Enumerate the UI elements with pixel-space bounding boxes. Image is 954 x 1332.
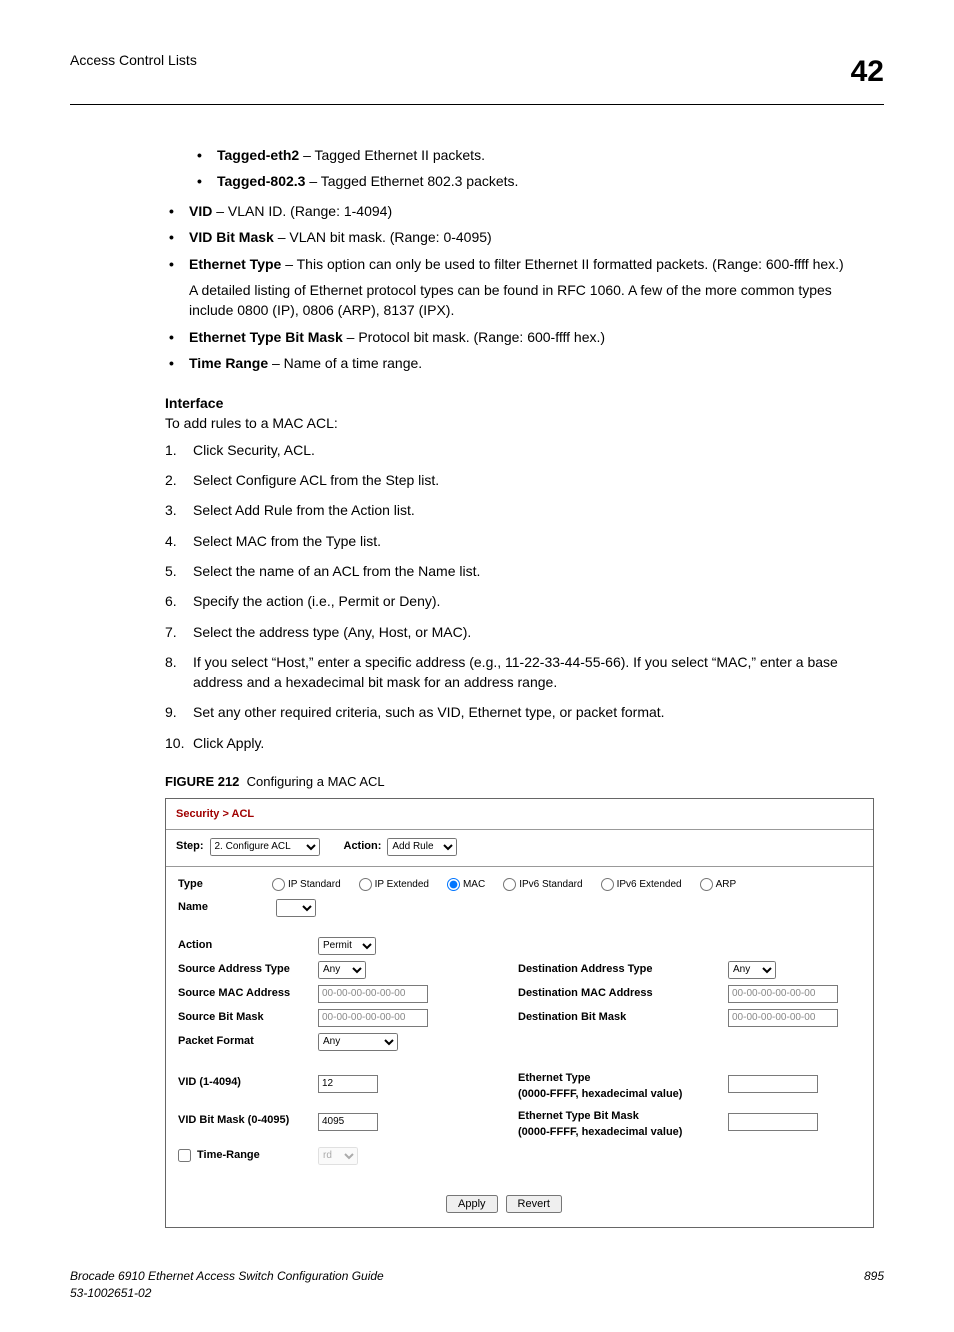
acl-panel: Security > ACL Step: 2. Configure ACL Ac… [165, 798, 874, 1228]
step-select[interactable]: 2. Configure ACL [210, 838, 320, 856]
dst-mac-input[interactable] [728, 985, 838, 1003]
name-label: Name [178, 900, 246, 916]
step-label: Step: [176, 839, 204, 855]
list-item: Ethernet Type Bit Mask – Protocol bit ma… [165, 327, 874, 347]
dst-addr-type-label: Destination Address Type [518, 962, 728, 978]
src-mask-label: Source Bit Mask [178, 1010, 318, 1026]
figure-caption: Configuring a MAC ACL [247, 774, 385, 789]
term: VID Bit Mask [189, 229, 274, 245]
eth-type-sub: (0000-FFFF, hexadecimal value) [518, 1087, 728, 1103]
desc: – Name of a time range. [268, 355, 422, 371]
desc: – VLAN ID. (Range: 1-4094) [212, 203, 392, 219]
src-addr-type-label: Source Address Type [178, 962, 318, 978]
running-header-left: Access Control Lists [70, 50, 197, 70]
vid-input[interactable] [318, 1075, 378, 1093]
top-bullet-list: VID – VLAN ID. (Range: 1-4094) VID Bit M… [165, 201, 874, 373]
type-radio-arp[interactable]: ARP [700, 878, 737, 893]
action2-label: Action [178, 938, 318, 954]
vid-mask-label: VID Bit Mask (0-4095) [178, 1109, 318, 1129]
footer-page-number: 895 [864, 1268, 884, 1303]
term: VID [189, 203, 212, 219]
time-range-label: Time-Range [197, 1148, 260, 1164]
dst-mask-input[interactable] [728, 1009, 838, 1027]
time-range-select[interactable]: rd [318, 1147, 358, 1165]
type-radio-ipv6-standard[interactable]: IPv6 Standard [503, 878, 582, 893]
desc: – Tagged Ethernet II packets. [299, 147, 485, 163]
src-addr-type-select[interactable]: Any [318, 961, 366, 979]
list-item: Tagged-802.3 – Tagged Ethernet 802.3 pac… [193, 171, 874, 191]
eth-mask-input[interactable] [728, 1113, 818, 1131]
src-mac-input[interactable] [318, 985, 428, 1003]
action-label: Action: [344, 839, 382, 855]
list-item: Time Range – Name of a time range. [165, 353, 874, 373]
step-item: Select Configure ACL from the Step list. [165, 470, 874, 490]
term: Ethernet Type Bit Mask [189, 329, 343, 345]
packet-format-select[interactable]: Any [318, 1033, 398, 1051]
list-item: Ethernet Type – This option can only be … [165, 254, 874, 321]
desc: – VLAN bit mask. (Range: 0-4095) [274, 229, 492, 245]
figure-label: FIGURE 212 [165, 774, 239, 789]
time-range-checkbox[interactable] [178, 1149, 191, 1162]
step-item: Select MAC from the Type list. [165, 531, 874, 551]
apply-button[interactable]: Apply [446, 1195, 498, 1213]
step-item: Select Add Rule from the Action list. [165, 500, 874, 520]
vid-label: VID (1-4094) [178, 1071, 318, 1091]
step-item: Set any other required criteria, such as… [165, 702, 874, 722]
type-radio-ip-standard[interactable]: IP Standard [272, 878, 341, 893]
list-item: VID – VLAN ID. (Range: 1-4094) [165, 201, 874, 221]
dst-mask-label: Destination Bit Mask [518, 1010, 728, 1026]
steps-list: Click Security, ACL. Select Configure AC… [165, 440, 874, 753]
term: Ethernet Type [189, 256, 281, 272]
action2-select[interactable]: Permit [318, 937, 376, 955]
type-radio-mac[interactable]: MAC [447, 878, 485, 893]
src-mask-input[interactable] [318, 1009, 428, 1027]
name-select[interactable] [276, 899, 316, 917]
revert-button[interactable]: Revert [506, 1195, 562, 1213]
vid-mask-input[interactable] [318, 1113, 378, 1131]
desc: – Protocol bit mask. (Range: 600-ffff he… [343, 329, 605, 345]
eth-mask-sub: (0000-FFFF, hexadecimal value) [518, 1125, 728, 1141]
list-item: Tagged-eth2 – Tagged Ethernet II packets… [193, 145, 874, 165]
dst-mac-label: Destination MAC Address [518, 986, 728, 1002]
list-item: VID Bit Mask – VLAN bit mask. (Range: 0-… [165, 227, 874, 247]
footer-left-line2: 53-1002651-02 [70, 1285, 384, 1302]
action-select[interactable]: Add Rule [387, 838, 457, 856]
step-item: Click Security, ACL. [165, 440, 874, 460]
extra-paragraph: A detailed listing of Ethernet protocol … [189, 280, 874, 321]
step-item: Select the address type (Any, Host, or M… [165, 622, 874, 642]
term: Time Range [189, 355, 268, 371]
term: Tagged-802.3 [217, 173, 305, 189]
eth-type-label: Ethernet Type [518, 1071, 728, 1087]
eth-type-input[interactable] [728, 1075, 818, 1093]
desc: – This option can only be used to filter… [281, 256, 843, 272]
panel-title: Security > ACL [166, 799, 873, 830]
desc: – Tagged Ethernet 802.3 packets. [305, 173, 518, 189]
footer-left-line1: Brocade 6910 Ethernet Access Switch Conf… [70, 1268, 384, 1285]
type-radio-group: IP Standard IP Extended MAC IPv6 Standar… [272, 878, 736, 893]
type-label: Type [178, 877, 246, 893]
type-radio-ipv6-extended[interactable]: IPv6 Extended [601, 878, 682, 893]
src-mac-label: Source MAC Address [178, 986, 318, 1002]
step-item: Select the name of an ACL from the Name … [165, 561, 874, 581]
header-rule [70, 104, 884, 105]
dst-addr-type-select[interactable]: Any [728, 961, 776, 979]
eth-mask-label: Ethernet Type Bit Mask [518, 1109, 728, 1125]
interface-intro: To add rules to a MAC ACL: [165, 413, 874, 433]
step-item: If you select “Host,” enter a specific a… [165, 652, 874, 693]
nested-bullet-list: Tagged-eth2 – Tagged Ethernet II packets… [193, 145, 874, 192]
type-radio-ip-extended[interactable]: IP Extended [359, 878, 429, 893]
step-item: Click Apply. [165, 733, 874, 753]
panel-step-row: Step: 2. Configure ACL Action: Add Rule [166, 830, 873, 867]
interface-heading: Interface [165, 393, 874, 413]
step-item: Specify the action (i.e., Permit or Deny… [165, 591, 874, 611]
packet-format-label: Packet Format [178, 1034, 318, 1050]
chapter-number: 42 [851, 50, 884, 94]
term: Tagged-eth2 [217, 147, 299, 163]
